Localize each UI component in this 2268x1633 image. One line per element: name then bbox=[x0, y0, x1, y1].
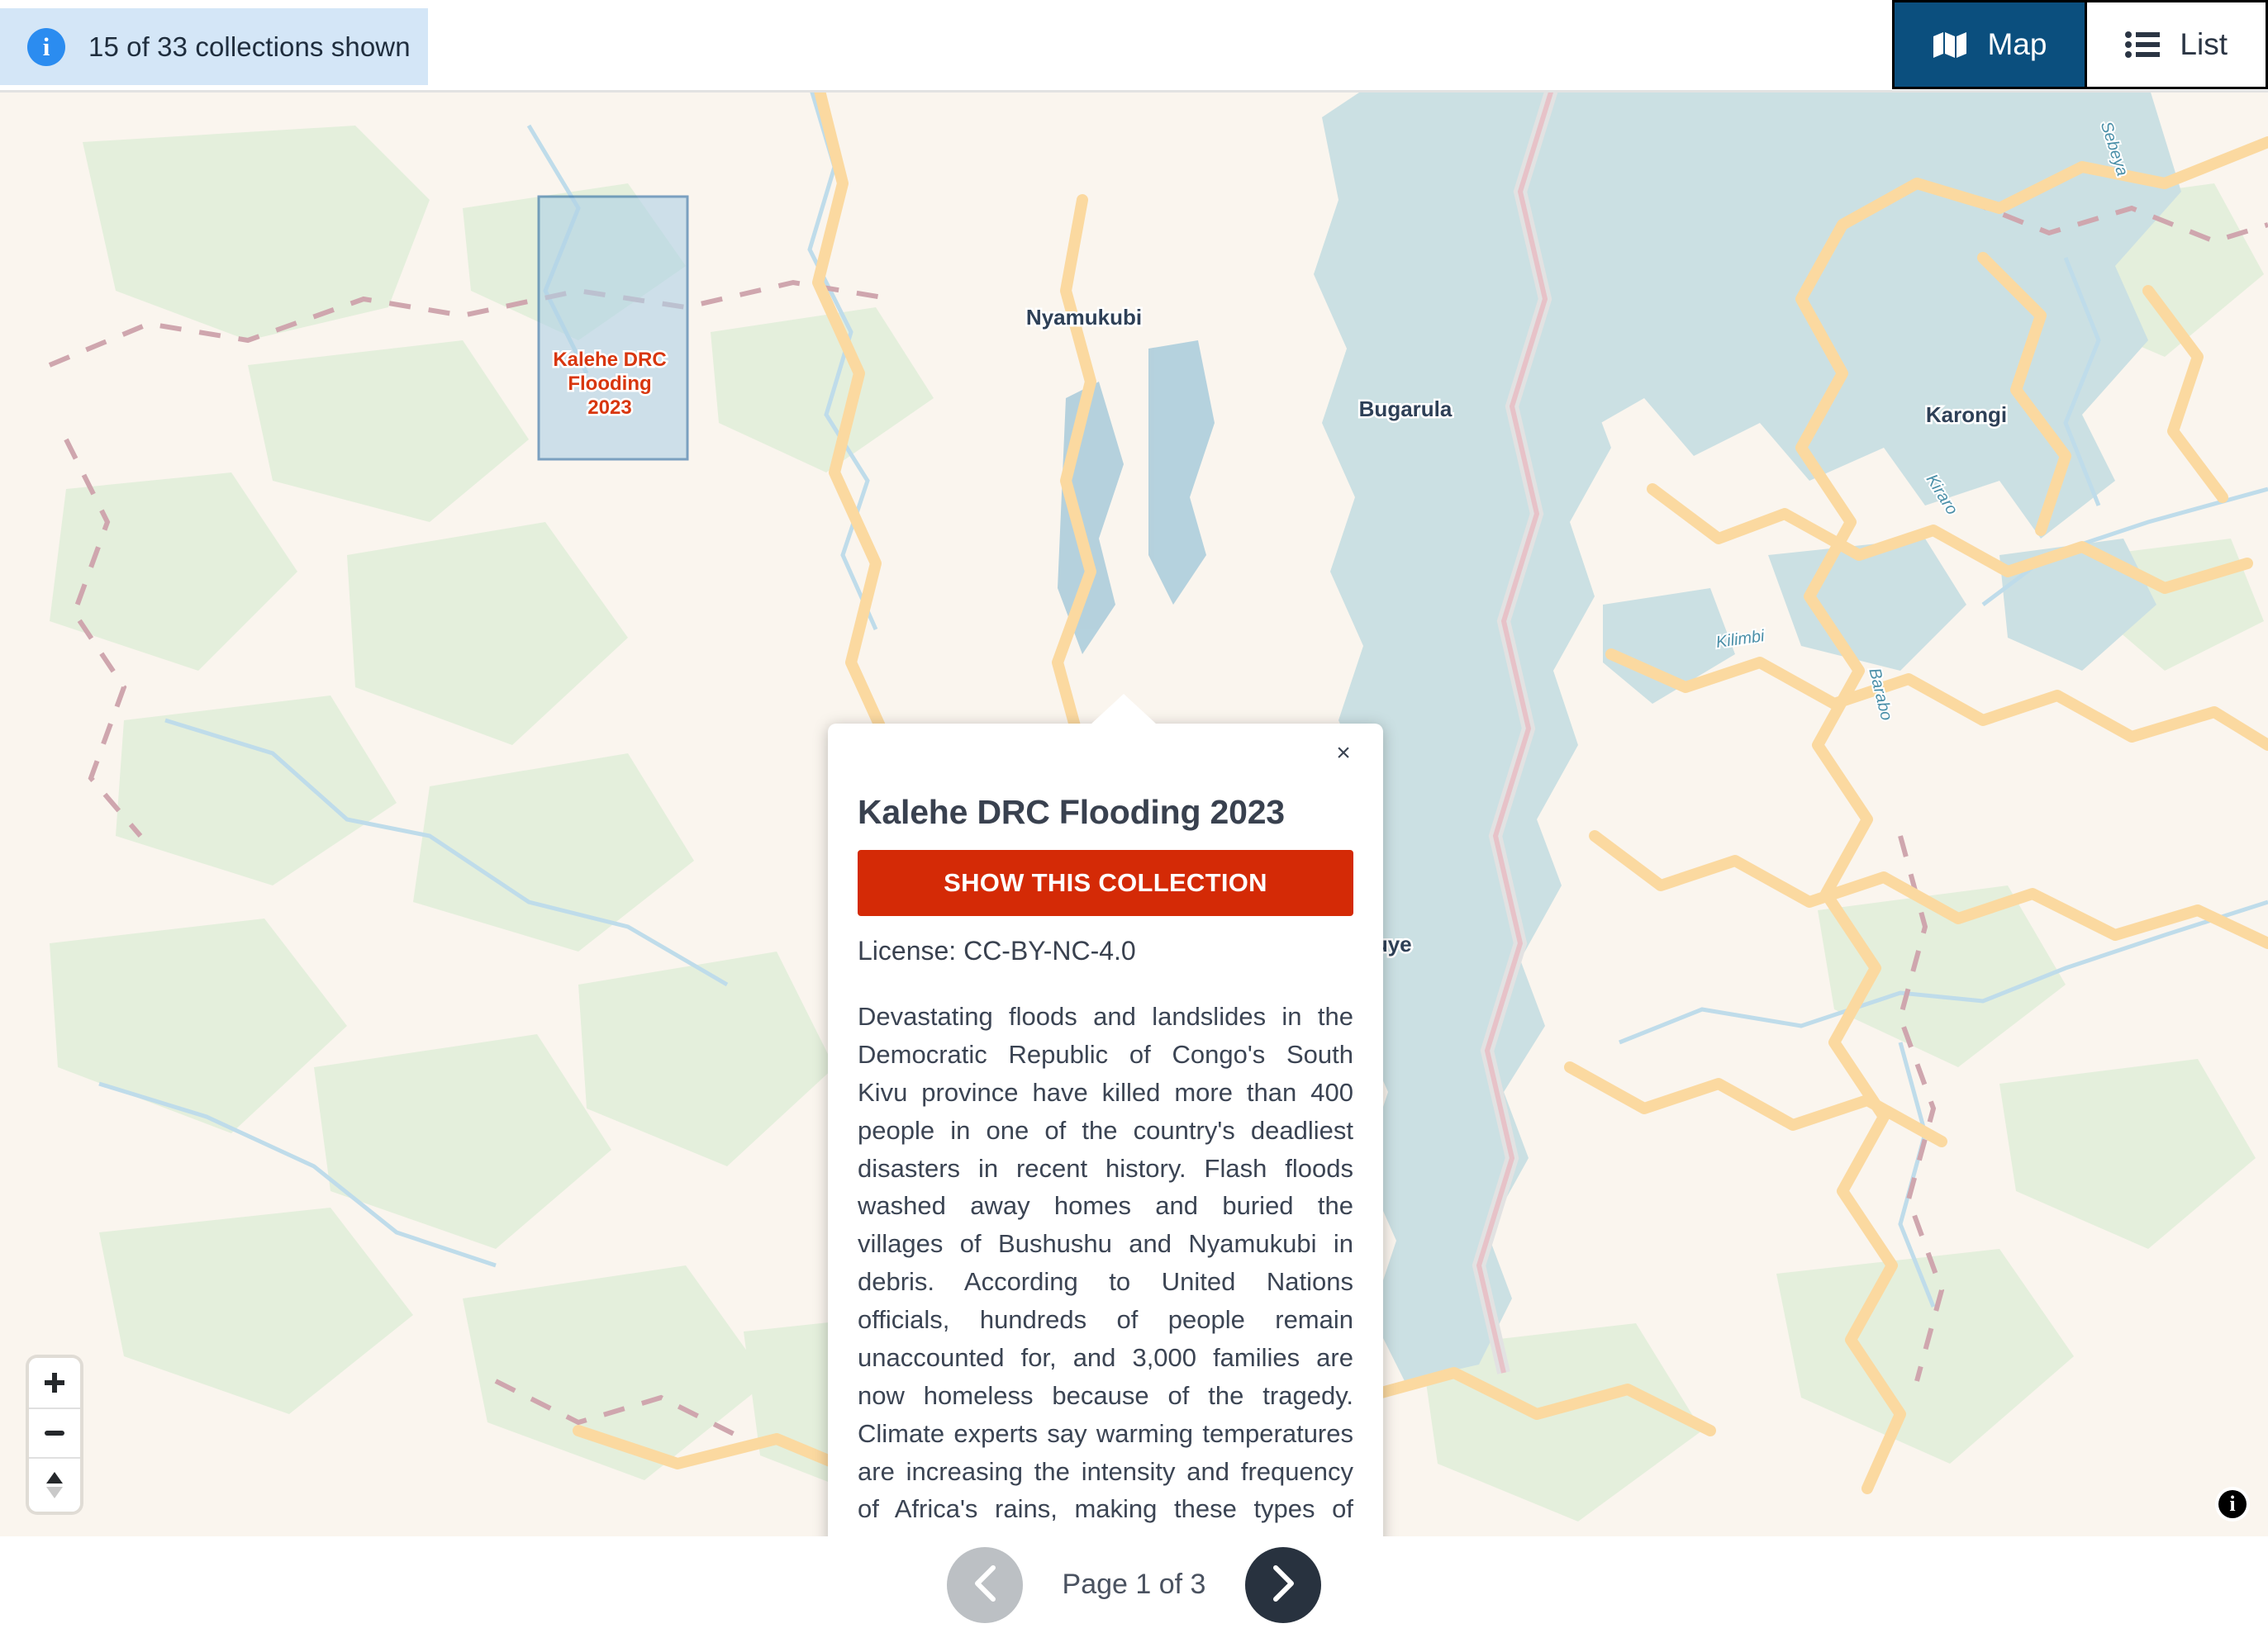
license-text: License: CC-BY-NC-4.0 bbox=[858, 936, 1353, 966]
collection-description: Devastating floods and landslides in the… bbox=[858, 998, 1353, 1536]
previous-page-button[interactable] bbox=[947, 1547, 1023, 1623]
map-icon bbox=[1933, 31, 1967, 59]
page-indicator: Page 1 of 3 bbox=[1063, 1569, 1206, 1601]
popup-body: Kalehe DRC Flooding 2023 SHOW THIS COLLE… bbox=[828, 724, 1383, 1536]
close-icon[interactable]: × bbox=[1325, 735, 1362, 771]
compass-tilt-icon bbox=[44, 1469, 65, 1501]
map-attribution-button[interactable]: i bbox=[2215, 1487, 2250, 1521]
zoom-out-button[interactable] bbox=[29, 1408, 80, 1457]
map-tilt-button[interactable] bbox=[29, 1457, 80, 1512]
show-this-collection-button[interactable]: SHOW THIS COLLECTION bbox=[858, 850, 1353, 916]
tab-list[interactable]: List bbox=[2085, 2, 2266, 87]
pagination-bar: Page 1 of 3 bbox=[0, 1536, 2268, 1633]
plus-icon bbox=[43, 1371, 66, 1394]
next-page-button[interactable] bbox=[1245, 1547, 1321, 1623]
tab-map-label: Map bbox=[1987, 27, 2047, 62]
info-icon: i bbox=[27, 28, 65, 66]
tab-list-label: List bbox=[2180, 27, 2228, 62]
chevron-right-icon bbox=[1269, 1564, 1297, 1606]
list-icon bbox=[2125, 31, 2160, 58]
popup-title: Kalehe DRC Flooding 2023 bbox=[858, 793, 1353, 832]
collection-popup: × Kalehe DRC Flooding 2023 SHOW THIS COL… bbox=[828, 724, 1383, 1536]
zoom-in-button[interactable] bbox=[29, 1358, 80, 1408]
map-zoom-controls bbox=[29, 1358, 80, 1512]
popup-tip bbox=[1091, 694, 1157, 724]
collections-count-text: 15 of 33 collections shown bbox=[88, 31, 411, 63]
collections-map-page: i 15 of 33 collections shown Map bbox=[0, 0, 2268, 1633]
collections-count-banner: i 15 of 33 collections shown bbox=[0, 8, 428, 85]
map-canvas[interactable]: Nyamukubi Bugarula Karongi Nyakabuye Seb… bbox=[0, 93, 2268, 1536]
top-bar: i 15 of 33 collections shown Map bbox=[0, 0, 2268, 93]
info-icon: i bbox=[2218, 1490, 2247, 1518]
tab-map[interactable]: Map bbox=[1895, 2, 2085, 87]
view-toggle: Map List bbox=[1892, 0, 2268, 89]
chevron-left-icon bbox=[971, 1564, 999, 1606]
collection-footprint bbox=[539, 197, 687, 459]
minus-icon bbox=[43, 1422, 66, 1445]
